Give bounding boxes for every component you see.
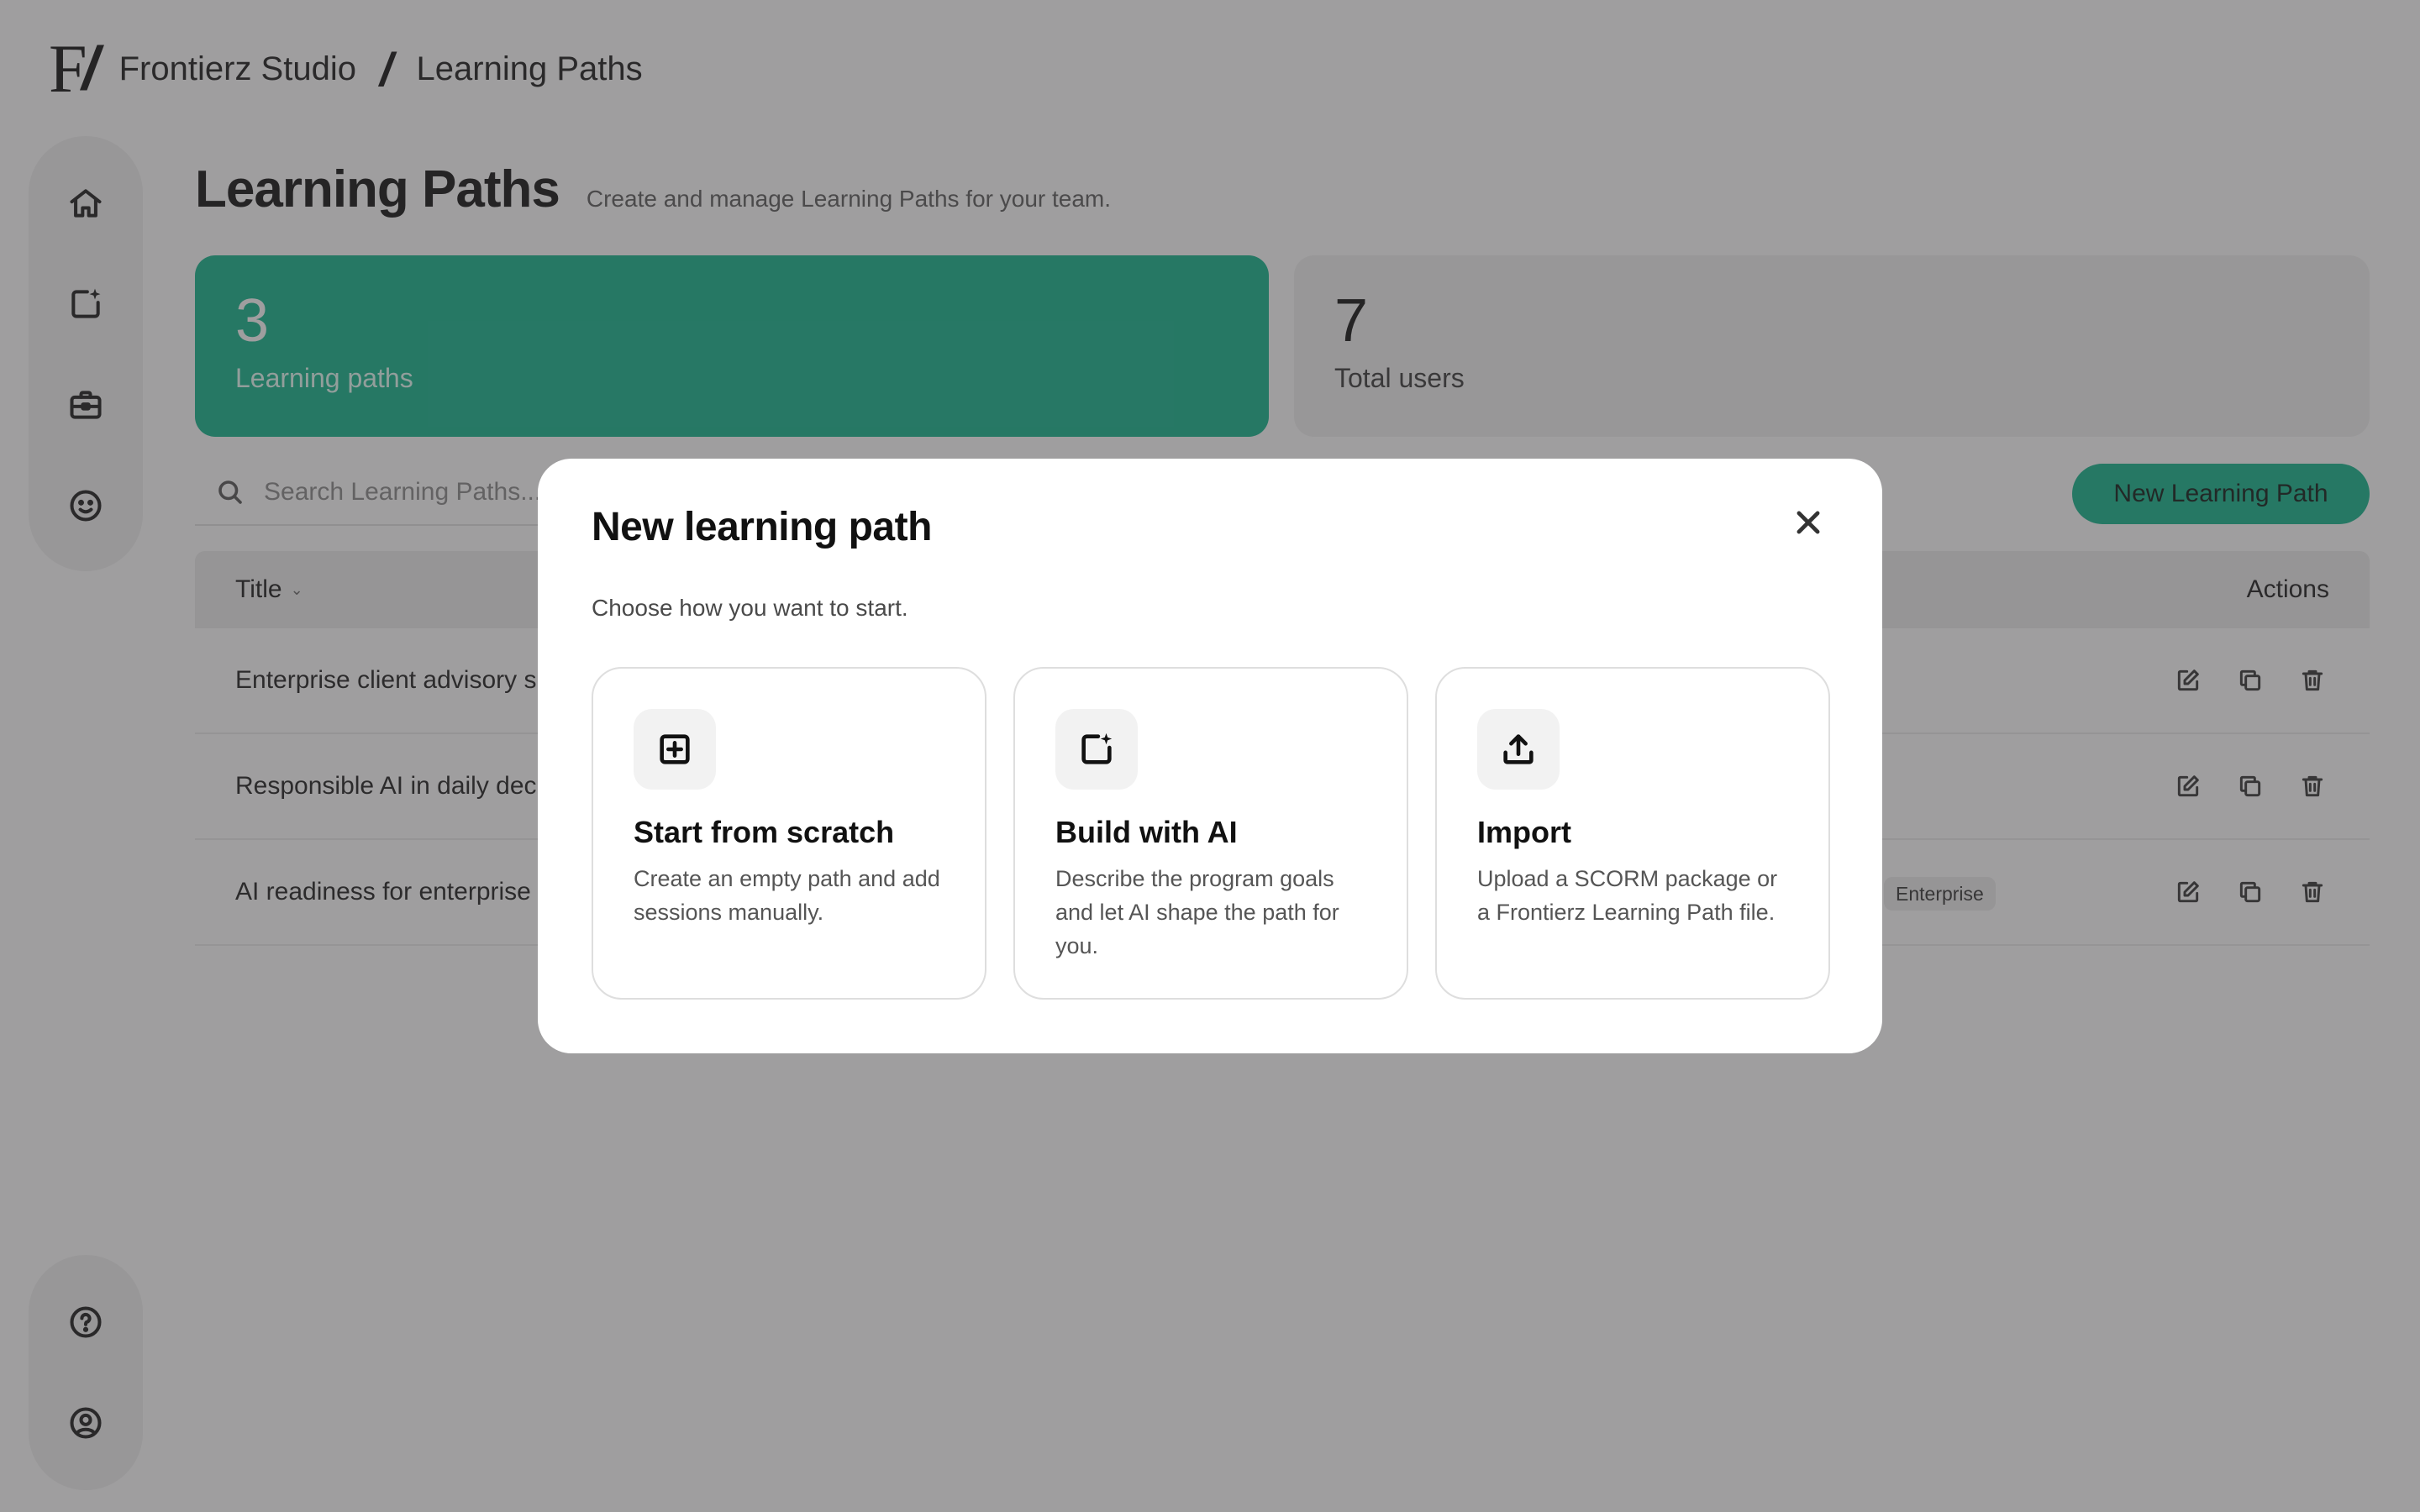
option-icon-tile bbox=[1477, 709, 1560, 790]
option-start-from-scratch[interactable]: Start from scratch Create an empty path … bbox=[592, 667, 986, 1000]
option-build-with-ai[interactable]: Build with AI Describe the program goals… bbox=[1013, 667, 1408, 1000]
dialog-title: New learning path bbox=[592, 505, 932, 549]
upload-icon bbox=[1503, 734, 1534, 764]
option-description: Upload a SCORM package or a Frontierz Le… bbox=[1477, 866, 1778, 925]
option-title: Start from scratch bbox=[634, 815, 895, 849]
option-title: Build with AI bbox=[1055, 815, 1238, 849]
option-title: Import bbox=[1477, 815, 1571, 849]
option-description: Create an empty path and add sessions ma… bbox=[634, 866, 940, 925]
sparkle-document-icon bbox=[1081, 732, 1113, 764]
new-learning-path-dialog: New learning path Choose how you want to… bbox=[538, 459, 1882, 1053]
close-icon bbox=[1797, 511, 1820, 534]
dialog-subtitle: Choose how you want to start. bbox=[592, 595, 908, 621]
option-icon-tile bbox=[1055, 709, 1138, 790]
start-options: Start from scratch Create an empty path … bbox=[592, 667, 1830, 1000]
close-button[interactable] bbox=[1788, 502, 1828, 543]
option-icon-tile bbox=[634, 709, 716, 790]
plus-square-icon bbox=[660, 734, 690, 764]
option-import[interactable]: Import Upload a SCORM package or a Front… bbox=[1435, 667, 1830, 1000]
option-description: Describe the program goals and let AI sh… bbox=[1055, 866, 1339, 958]
